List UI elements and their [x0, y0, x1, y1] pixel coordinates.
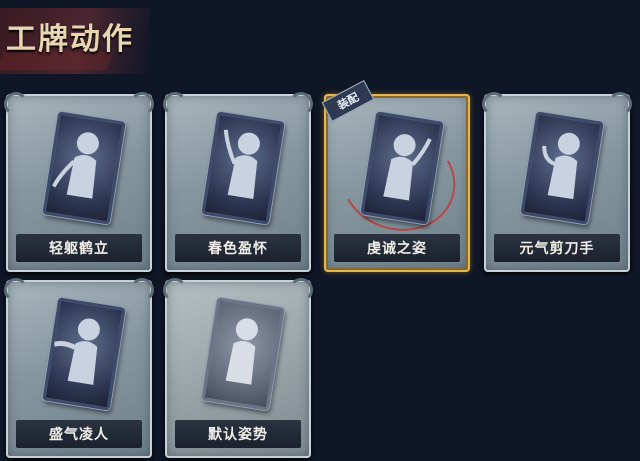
frame-corner	[130, 92, 154, 116]
frame-corner	[482, 92, 506, 116]
character-silhouette-icon	[542, 132, 580, 200]
pose-photo	[42, 297, 126, 411]
pose-label: 春色盈怀	[175, 234, 301, 262]
character-silhouette-icon	[383, 134, 432, 201]
pose-photo	[201, 297, 285, 411]
frame-corner	[289, 278, 313, 302]
character-silhouette-icon	[51, 132, 99, 199]
frame-corner	[163, 92, 187, 116]
pose-label: 默认姿势	[175, 420, 301, 448]
frame-corner	[4, 92, 28, 116]
pose-photo	[42, 111, 126, 225]
equipped-badge: 装配	[321, 80, 375, 122]
character-silhouette-icon	[225, 318, 258, 385]
pose-card-1[interactable]: 轻躯鹤立	[4, 92, 154, 272]
frame-corner	[130, 278, 154, 302]
pose-card-2[interactable]: 春色盈怀	[163, 92, 313, 272]
pose-card-5[interactable]: 盛气凌人	[4, 278, 154, 458]
pose-card-3[interactable]: 装配 虔诚之姿	[321, 80, 470, 272]
frame-corner	[608, 92, 632, 116]
pose-label: 盛气凌人	[16, 420, 142, 448]
frame-corner	[4, 278, 28, 302]
pose-photo	[520, 111, 604, 225]
character-silhouette-icon	[223, 129, 260, 199]
frame-corner	[289, 92, 313, 116]
frame-corner	[163, 278, 187, 302]
pose-photo	[201, 111, 285, 225]
pose-label: 元气剪刀手	[494, 234, 620, 262]
pose-card-6[interactable]: 默认姿势	[163, 278, 313, 458]
character-silhouette-icon	[53, 318, 100, 385]
pose-label: 轻躯鹤立	[16, 234, 142, 262]
page-title: 工牌动作	[6, 22, 134, 57]
pose-label: 虔诚之姿	[334, 234, 460, 262]
pose-card-4[interactable]: 元气剪刀手	[482, 92, 632, 272]
